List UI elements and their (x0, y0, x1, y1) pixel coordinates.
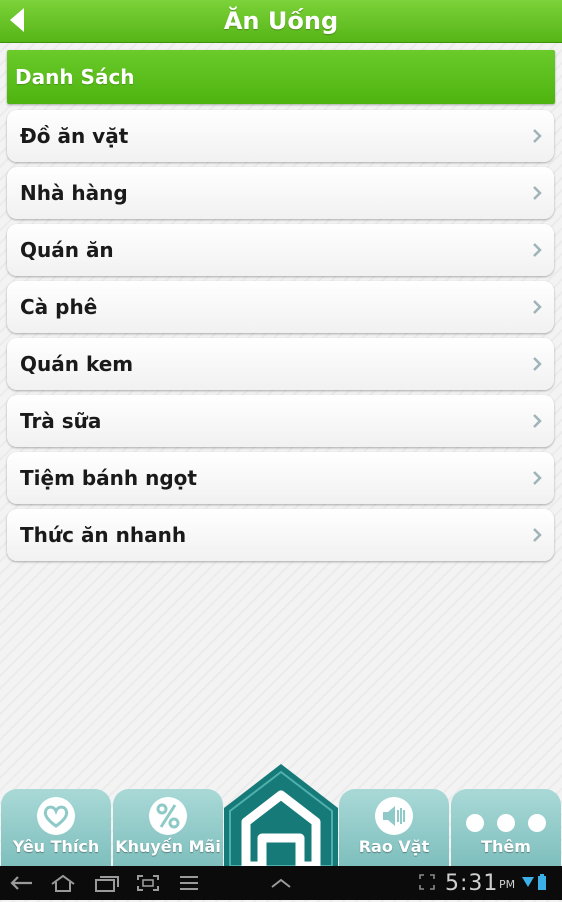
tab-them[interactable]: Thêm (451, 789, 561, 866)
list-item-label: Cà phê (20, 295, 98, 319)
tab-khuyen-mai[interactable]: Khuyến Mãi (113, 789, 223, 866)
list-item-label: Tiệm bánh ngọt (20, 466, 197, 490)
tab-label: Thêm (481, 837, 531, 856)
tab-label: Rao Vặt (358, 837, 430, 856)
list-item-label: Nhà hàng (20, 181, 128, 205)
status-ampm: PM (499, 878, 516, 891)
tab-rao-vat[interactable]: Rao Vặt (339, 789, 449, 866)
title-bar: Ăn Uống (0, 0, 562, 43)
section-header: Danh Sách (7, 50, 555, 104)
tab-label: Yêu Thích (12, 837, 100, 856)
screenshot-icon[interactable] (136, 874, 160, 892)
chevron-right-icon (533, 300, 542, 314)
bottom-tab-bar: Yêu Thích Khuyến Mãi Rao Vặt Thêm (0, 764, 562, 866)
list-item-do-an-vat[interactable]: Đồ ăn vặt (7, 110, 554, 162)
chevron-right-icon (533, 243, 542, 257)
list-item-nha-hang[interactable]: Nhà hàng (7, 167, 554, 219)
chevron-right-icon (533, 186, 542, 200)
heart-icon (37, 797, 75, 835)
home-icon[interactable] (224, 764, 338, 866)
section-title: Danh Sách (15, 65, 135, 89)
chevron-up-icon[interactable] (269, 874, 293, 892)
list-item-label: Trà sữa (20, 409, 102, 433)
list-item-label: Quán ăn (20, 238, 114, 262)
more-dots-icon (466, 814, 546, 832)
menu-icon[interactable] (178, 874, 200, 892)
list-item-thuc-an-nhanh[interactable]: Thức ăn nhanh (7, 509, 554, 561)
battery-icon (538, 874, 546, 890)
wifi-icon (522, 877, 534, 887)
list-item-label: Thức ăn nhanh (20, 523, 187, 547)
category-list: Đồ ăn vặt Nhà hàng Quán ăn Cà phê Quán k… (7, 110, 554, 566)
status-clock: 5:31 (445, 871, 499, 896)
percent-icon (149, 797, 187, 835)
list-item-tra-sua[interactable]: Trà sữa (7, 395, 554, 447)
page-title: Ăn Uống (223, 7, 339, 35)
list-item-quan-an[interactable]: Quán ăn (7, 224, 554, 276)
list-item-label: Đồ ăn vặt (20, 124, 129, 148)
tab-yeu-thich[interactable]: Yêu Thích (1, 789, 111, 866)
list-item-quan-kem[interactable]: Quán kem (7, 338, 554, 390)
chevron-right-icon (533, 357, 542, 371)
back-icon[interactable] (8, 874, 34, 892)
chevron-right-icon (533, 471, 542, 485)
chevron-right-icon (533, 129, 542, 143)
chevron-right-icon (533, 414, 542, 428)
tab-label: Khuyến Mãi (115, 837, 221, 856)
speaker-icon (375, 797, 413, 835)
list-item-tiem-banh-ngot[interactable]: Tiệm bánh ngọt (7, 452, 554, 504)
fullscreen-icon (419, 874, 435, 890)
system-nav-bar: 5:31 PM (0, 866, 562, 900)
chevron-right-icon (533, 528, 542, 542)
list-item-label: Quán kem (20, 352, 134, 376)
home-nav-icon[interactable] (50, 874, 76, 892)
list-item-ca-phe[interactable]: Cà phê (7, 281, 554, 333)
recent-apps-icon[interactable] (94, 874, 120, 892)
